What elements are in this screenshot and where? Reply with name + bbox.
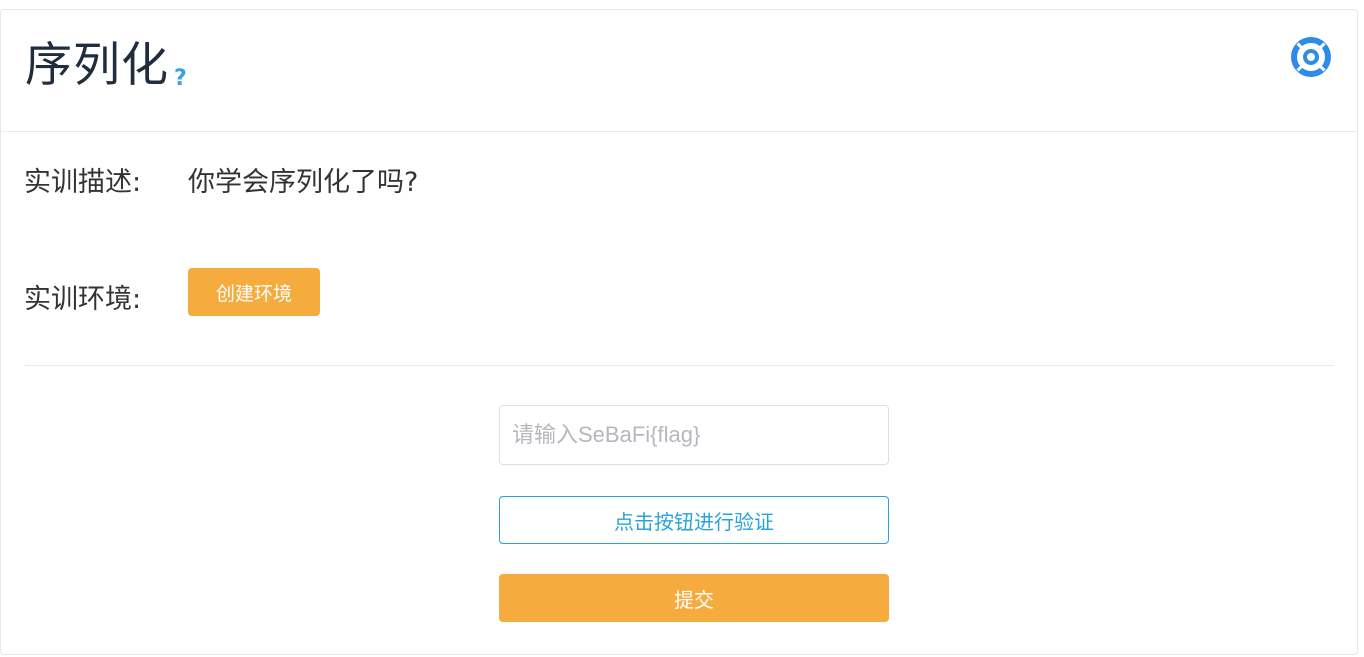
create-environment-button[interactable]: 创建环境 (188, 268, 320, 316)
page-title: 序列化 (25, 38, 169, 93)
challenge-card: 序列化 ? (0, 9, 1358, 655)
help-icon[interactable]: ? (174, 68, 187, 90)
lifebuoy-settings-icon[interactable] (1291, 37, 1331, 77)
environment-label: 实训环境: (24, 284, 142, 315)
card-header: 序列化 ? (1, 10, 1357, 132)
description-label: 实训描述: (24, 167, 142, 198)
submit-button[interactable]: 提交 (499, 574, 889, 622)
verify-button[interactable]: 点击按钮进行验证 (499, 496, 889, 544)
flag-input[interactable] (499, 405, 889, 465)
section-divider (25, 365, 1334, 366)
description-value: 你学会序列化了吗? (188, 167, 419, 198)
